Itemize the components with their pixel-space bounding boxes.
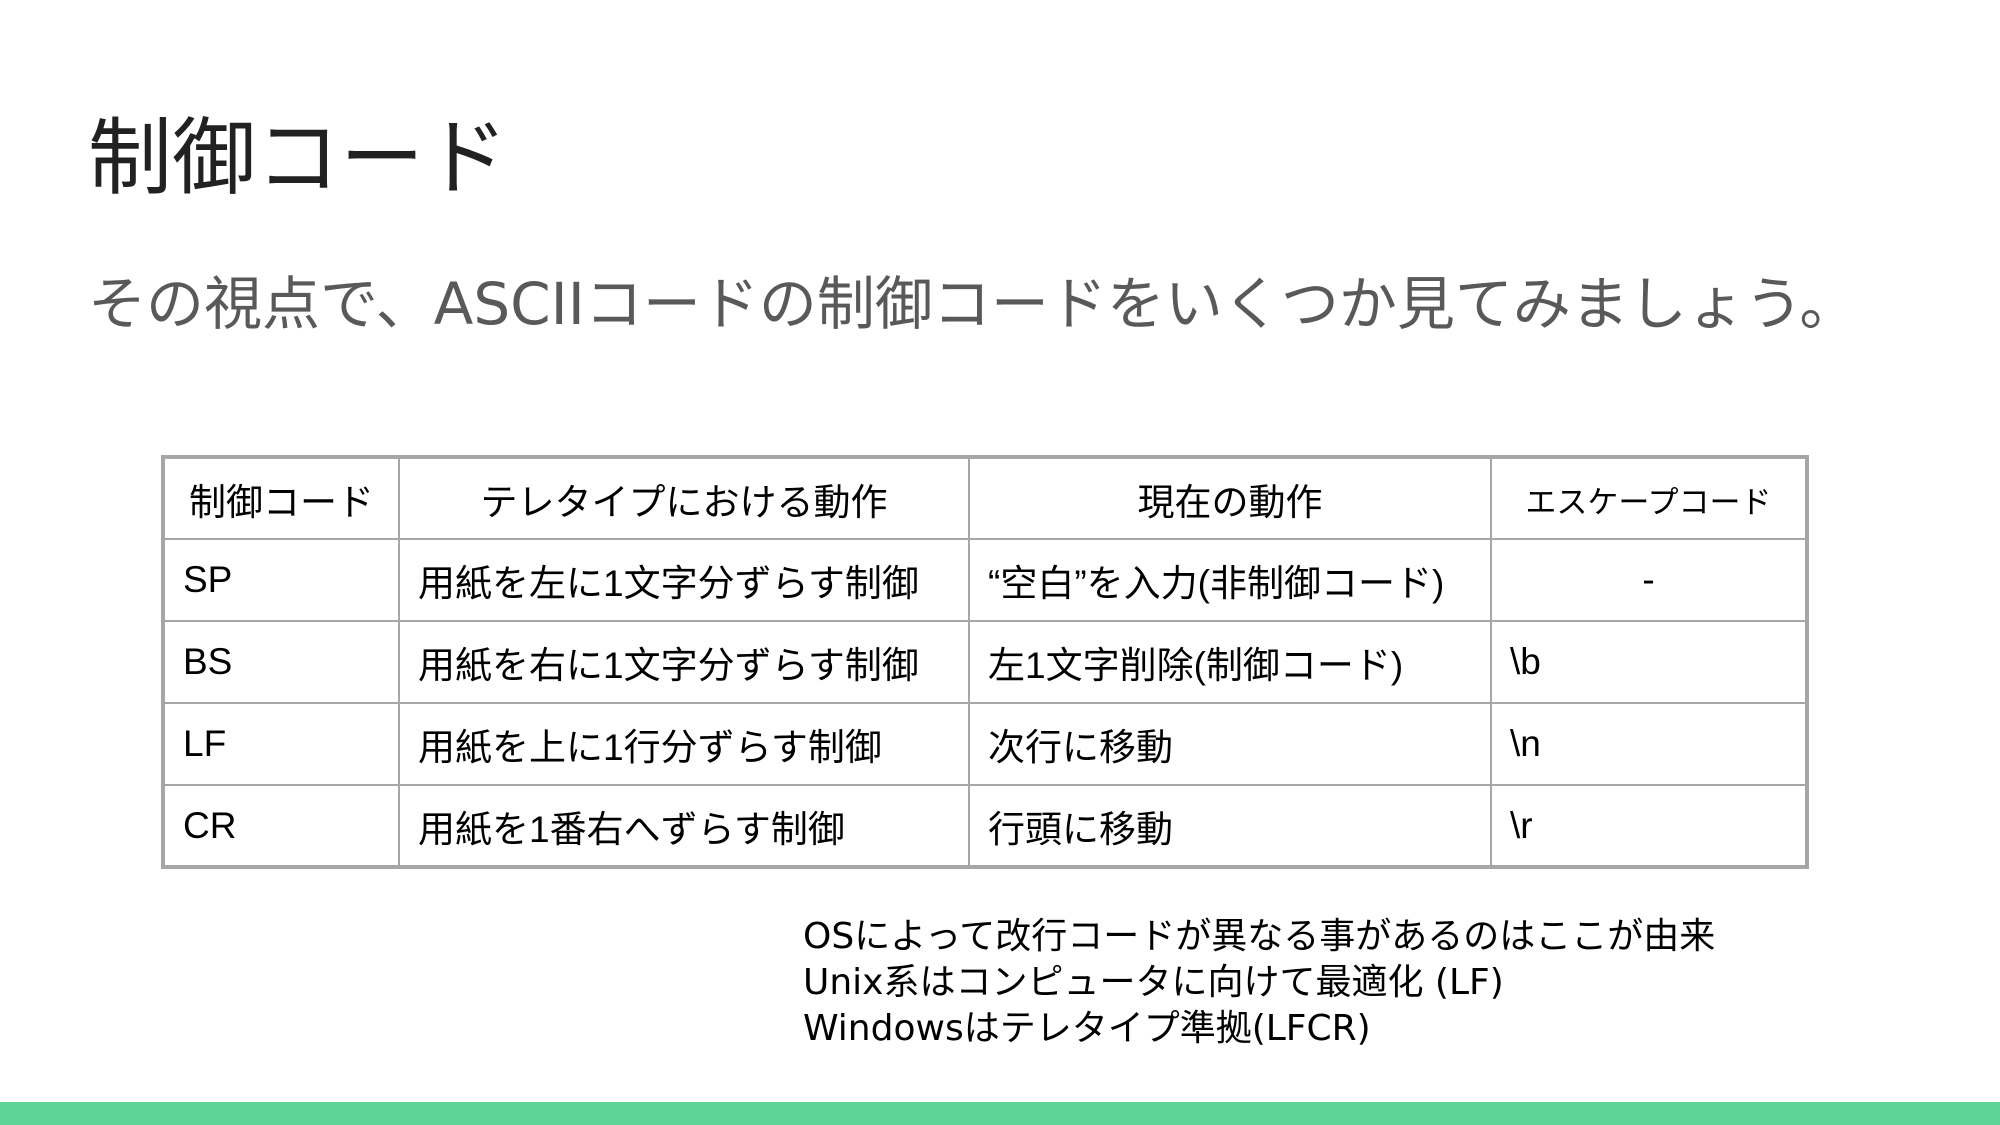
cell-code: LF [162, 702, 400, 786]
header-teletype-action: テレタイプにおける動作 [398, 456, 970, 540]
cell-current-action: 左1文字削除(制御コード) [968, 620, 1492, 704]
cell-escape-code: \b [1490, 620, 1808, 704]
cell-teletype-action: 用紙を上に1行分ずらす制御 [398, 702, 970, 786]
note-line: OSによって改行コードが異なる事があるのはここが由来 [803, 916, 1716, 957]
cell-current-action: “空白”を入力(非制御コード) [968, 538, 1492, 622]
slide-subtitle: その視点で、ASCIIコードの制御コードをいくつか見てみましょう。 [88, 270, 1858, 338]
cell-escape-code: \n [1490, 702, 1808, 786]
header-escape-code: エスケープコード [1490, 456, 1808, 540]
newline-note: OSによって改行コードが異なる事があるのはここが由来 Unix系はコンピュータに… [803, 914, 1715, 1052]
cell-teletype-action: 用紙を1番右へずらす制御 [398, 784, 970, 868]
cell-escape-code: \r [1490, 784, 1808, 868]
table-row: SP 用紙を左に1文字分ずらす制御 “空白”を入力(非制御コード) - [162, 538, 1808, 622]
cell-code: BS [162, 620, 400, 704]
cell-teletype-action: 用紙を右に1文字分ずらす制御 [398, 620, 970, 704]
note-line: Windowsはテレタイプ準拠(LFCR) [803, 1008, 1371, 1049]
cell-teletype-action: 用紙を左に1文字分ずらす制御 [398, 538, 970, 622]
table-row: CR 用紙を1番右へずらす制御 行頭に移動 \r [162, 784, 1808, 868]
table-row: LF 用紙を上に1行分ずらす制御 次行に移動 \n [162, 702, 1808, 786]
header-current-action: 現在の動作 [968, 456, 1492, 540]
slide-title: 制御コード [88, 109, 509, 207]
cell-current-action: 次行に移動 [968, 702, 1492, 786]
cell-escape-code: - [1490, 538, 1808, 622]
cell-current-action: 行頭に移動 [968, 784, 1492, 868]
header-control-code: 制御コード [162, 456, 400, 540]
footer-accent-bar [0, 1102, 2000, 1125]
cell-code: CR [162, 784, 400, 868]
note-line: Unix系はコンピュータに向けて最適化 (LF) [803, 962, 1504, 1003]
table-row: BS 用紙を右に1文字分ずらす制御 左1文字削除(制御コード) \b [162, 620, 1808, 704]
table-header-row: 制御コード テレタイプにおける動作 現在の動作 エスケープコード [162, 456, 1808, 540]
control-code-table: 制御コード テレタイプにおける動作 現在の動作 エスケープコード SP 用紙を左… [161, 455, 1809, 869]
cell-code: SP [162, 538, 400, 622]
